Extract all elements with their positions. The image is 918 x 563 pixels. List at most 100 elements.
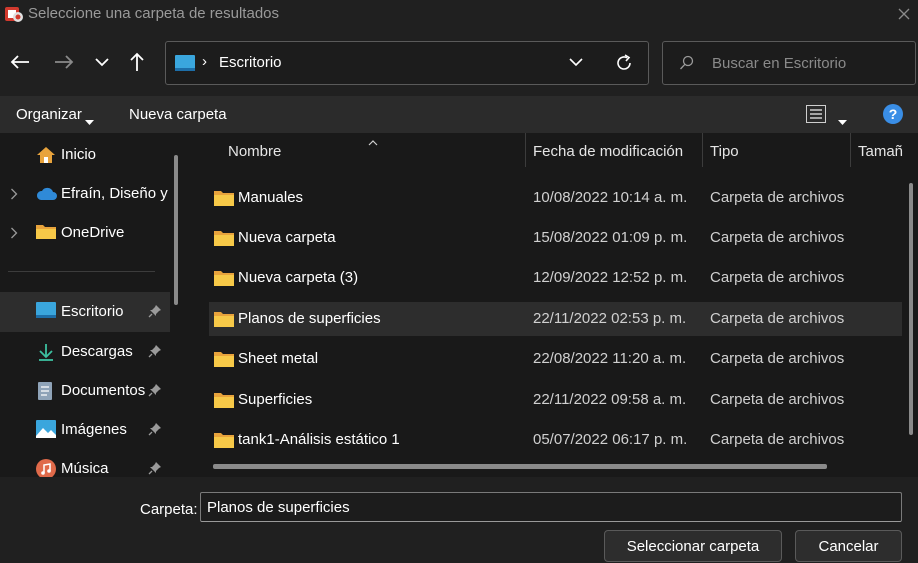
chevron-down-icon [95, 58, 109, 67]
file-date: 22/08/2022 11:20 a. m. [533, 350, 687, 367]
download-icon [36, 342, 56, 362]
folder-icon [214, 311, 234, 332]
file-row-selected[interactable]: Planos de superficies 22/11/2022 02:53 p… [209, 302, 902, 336]
column-header-size[interactable]: Tamañ [851, 133, 918, 167]
sidebar-item-label: Documentos [61, 382, 146, 399]
sidebar-item-musica[interactable]: Música [0, 449, 170, 477]
list-view-icon [806, 105, 826, 123]
file-type: Carpeta de archivos [710, 431, 845, 448]
help-button[interactable]: ? [883, 104, 903, 128]
chevron-right-icon[interactable] [10, 226, 18, 243]
home-icon [36, 145, 56, 165]
breadcrumb-location[interactable]: Escritorio [219, 54, 282, 71]
file-date: 12/09/2022 12:52 p. m. [533, 269, 688, 286]
file-row[interactable]: Nueva carpeta (3) 12/09/2022 12:52 p. m.… [209, 261, 902, 295]
file-date: 22/11/2022 09:58 a. m. [533, 391, 687, 408]
sidebar-item-documentos[interactable]: Documentos [0, 371, 170, 411]
folder-name-input[interactable] [200, 492, 902, 522]
folder-icon [214, 270, 234, 291]
sidebar-item-label: Inicio [61, 146, 97, 163]
vertical-scrollbar[interactable] [909, 183, 913, 435]
chevron-right-icon[interactable] [10, 187, 18, 204]
folder-icon [36, 223, 56, 243]
horizontal-scrollbar[interactable] [213, 464, 827, 469]
search-box[interactable]: Buscar en Escritorio [662, 41, 916, 85]
sidebar-item-label: Efraín, Diseño y [61, 185, 168, 202]
window-title: Seleccione una carpeta de resultados [28, 5, 280, 22]
file-row[interactable]: tank1-Análisis estático 1 05/07/2022 06:… [209, 423, 902, 457]
folder-icon [214, 432, 234, 453]
desktop-icon [36, 302, 56, 322]
cancel-button[interactable]: Cancelar [795, 530, 902, 562]
sidebar-item-label: Descargas [61, 343, 133, 360]
sidebar-item-descargas[interactable]: Descargas [0, 332, 170, 372]
refresh-icon [617, 54, 631, 70]
folder-icon [214, 392, 234, 413]
file-name: Planos de superficies [238, 310, 381, 327]
column-header-type[interactable]: Tipo [703, 133, 850, 167]
pin-icon[interactable] [148, 304, 162, 322]
file-row[interactable]: Manuales 10/08/2022 10:14 a. m. Carpeta … [209, 181, 902, 215]
search-placeholder: Buscar en Escritorio [712, 55, 847, 72]
help-icon: ? [883, 104, 903, 124]
pin-icon[interactable] [148, 344, 162, 362]
chevron-down-icon [569, 58, 583, 67]
file-name: Manuales [238, 189, 304, 206]
column-header-date[interactable]: Fecha de modificación [526, 133, 702, 167]
file-type: Carpeta de archivos [710, 229, 845, 246]
arrow-up-icon [130, 52, 144, 71]
dialog-footer: Carpeta: Seleccionar carpeta Cancelar [0, 477, 918, 563]
new-folder-button[interactable]: Nueva carpeta [129, 106, 227, 123]
file-name: Nueva carpeta [238, 229, 336, 246]
file-name: Sheet metal [238, 350, 319, 367]
forward-button[interactable] [50, 48, 78, 76]
folder-icon [214, 351, 234, 372]
pin-icon[interactable] [148, 422, 162, 440]
app-icon [4, 4, 24, 24]
file-type: Carpeta de archivos [710, 350, 845, 367]
file-type: Carpeta de archivos [710, 189, 845, 206]
recent-locations-button[interactable] [88, 48, 116, 76]
column-header-name[interactable]: Nombre [209, 133, 525, 167]
file-name: Superficies [238, 391, 313, 408]
desktop-icon [175, 55, 195, 76]
sidebar-item-label: Escritorio [61, 303, 124, 320]
close-icon [898, 8, 910, 20]
sidebar-item-onedrive[interactable]: OneDrive [0, 213, 170, 253]
address-bar[interactable]: › Escritorio [165, 41, 649, 85]
caret-down-icon[interactable] [838, 112, 847, 129]
organize-menu[interactable]: Organizar [16, 106, 82, 123]
pin-icon[interactable] [148, 383, 162, 401]
sidebar-item-efrain[interactable]: Efraín, Diseño y [0, 174, 170, 214]
pin-icon[interactable] [148, 461, 162, 477]
file-row[interactable]: Sheet metal 22/08/2022 11:20 a. m. Carpe… [209, 342, 902, 376]
folder-icon [214, 230, 234, 251]
back-button[interactable] [6, 48, 34, 76]
sidebar-item-escritorio[interactable]: Escritorio [0, 292, 170, 332]
navigation-bar: › Escritorio Buscar en Escritorio [0, 28, 918, 96]
file-row[interactable]: Nueva carpeta 15/08/2022 01:09 p. m. Car… [209, 221, 902, 255]
refresh-button[interactable] [614, 53, 634, 77]
file-date: 15/08/2022 01:09 p. m. [533, 229, 688, 246]
close-button[interactable] [890, 0, 918, 28]
sidebar-item-inicio[interactable]: Inicio [0, 135, 170, 175]
breadcrumb-separator: › [202, 53, 207, 70]
sidebar-item-label: Música [61, 460, 109, 477]
file-type: Carpeta de archivos [710, 391, 845, 408]
up-button[interactable] [123, 48, 151, 76]
search-icon [679, 55, 695, 75]
view-options-button[interactable] [806, 105, 826, 127]
select-folder-button[interactable]: Seleccionar carpeta [604, 530, 782, 562]
navigation-pane: Inicio Efraín, Diseño y OneDrive Escrito… [0, 133, 188, 477]
sidebar-divider [8, 271, 155, 272]
sidebar-item-imagenes[interactable]: Imágenes [0, 410, 170, 450]
address-dropdown-button[interactable] [568, 55, 584, 73]
file-row[interactable]: Superficies 22/11/2022 09:58 a. m. Carpe… [209, 383, 902, 417]
arrow-left-icon [10, 55, 29, 69]
title-bar: Seleccione una carpeta de resultados [0, 0, 918, 28]
folder-icon [214, 190, 234, 211]
sidebar-scrollbar[interactable] [174, 155, 178, 305]
sidebar-item-label: OneDrive [61, 224, 125, 241]
file-name: tank1-Análisis estático 1 [238, 431, 400, 448]
folder-label: Carpeta: [140, 501, 198, 518]
